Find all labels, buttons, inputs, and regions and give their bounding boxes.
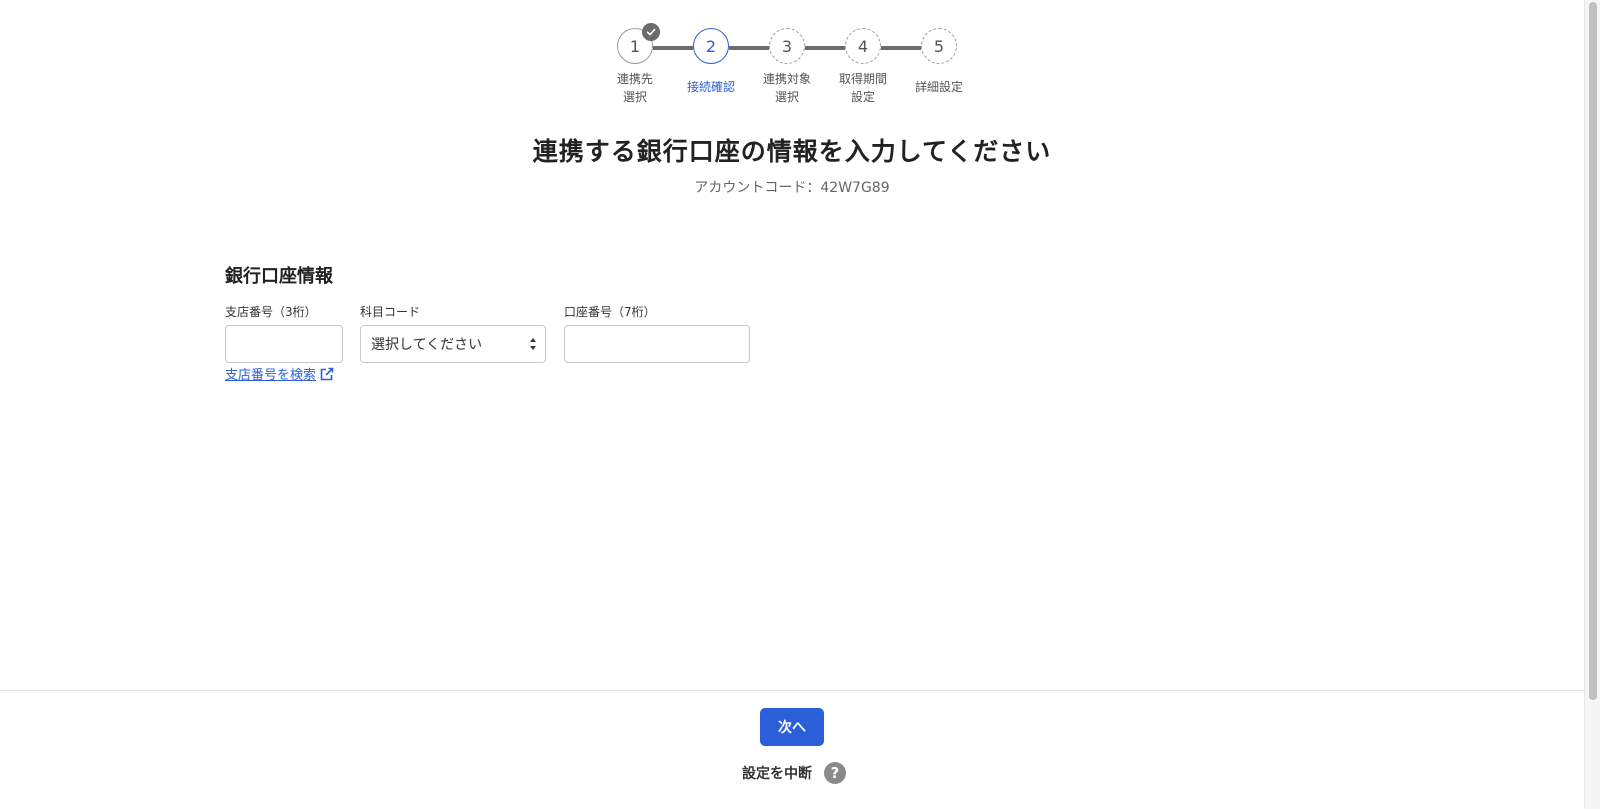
external-link-icon (320, 367, 334, 380)
section-title: 銀行口座情報 (225, 266, 333, 287)
step-label: 連携対象 選択 (762, 72, 811, 104)
branch-number-label: 支店番号（3桁） (225, 305, 317, 319)
step-number: 5 (933, 36, 945, 56)
branch-number-input[interactable] (225, 325, 343, 363)
help-icon[interactable]: ? (824, 762, 846, 784)
step-circle: 4 (845, 28, 881, 64)
step-number: 1 (629, 36, 641, 56)
select-arrows-icon (530, 338, 536, 350)
step-2: 2 接続確認 (676, 28, 746, 96)
abort-row: 設定を中断 ? (742, 762, 846, 784)
scrollbar-thumb[interactable] (1589, 2, 1597, 700)
subject-code-selected: 選択してください (371, 337, 483, 353)
footer-bar: 次へ 設定を中断 ? (0, 690, 1584, 809)
setup-stepper: 1 連携先 選択 2 接続確認 3 連携対象 選択 4 取得期間 設定 5 詳細… (600, 23, 980, 118)
step-number: 3 (781, 36, 793, 56)
step-3: 3 連携対象 選択 (752, 28, 822, 106)
next-button[interactable]: 次へ (760, 708, 824, 746)
subject-code-label: 科目コード (360, 305, 421, 319)
step-4: 4 取得期間 設定 (828, 28, 898, 106)
branch-search-link-label: 支店番号を検索 (225, 368, 317, 383)
branch-search-link[interactable]: 支店番号を検索 (225, 364, 335, 383)
step-5: 5 詳細設定 (904, 28, 974, 96)
step-circle: 2 (693, 28, 729, 64)
account-number-input[interactable] (564, 325, 750, 363)
account-number-label: 口座番号（7桁） (564, 305, 656, 319)
main-content: 1 連携先 選択 2 接続確認 3 連携対象 選択 4 取得期間 設定 5 詳細… (0, 0, 1584, 690)
step-circle: 5 (921, 28, 957, 64)
step-label: 接続確認 (686, 80, 735, 94)
step-circle: 3 (769, 28, 805, 64)
scrollbar-track[interactable] (1584, 0, 1600, 809)
step-circle: 1 (617, 23, 660, 64)
step-label: 詳細設定 (914, 80, 963, 94)
abort-setup-link[interactable]: 設定を中断 (742, 763, 812, 783)
step-label: 連携先 選択 (616, 72, 653, 104)
step-1: 1 連携先 選択 (600, 23, 670, 106)
page-title: 連携する銀行口座の情報を入力してください (532, 137, 1052, 166)
page-root: 1 連携先 選択 2 接続確認 3 連携対象 選択 4 取得期間 設定 5 詳細… (0, 0, 1600, 809)
step-label: 取得期間 設定 (838, 72, 887, 104)
account-code: アカウントコード：42W7G89 (694, 180, 890, 196)
subject-code-select[interactable]: 選択してください (360, 325, 546, 363)
step-number: 2 (705, 36, 717, 56)
check-icon (642, 23, 660, 41)
step-number: 4 (857, 36, 869, 56)
